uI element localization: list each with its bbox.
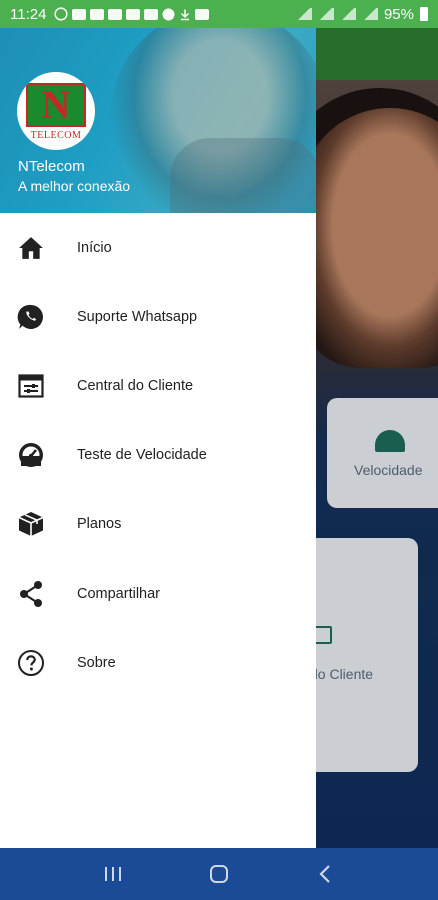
whatsapp-icon bbox=[17, 303, 45, 331]
help-circle-icon bbox=[17, 649, 45, 677]
brand-name: NTelecom bbox=[18, 158, 85, 175]
youtube-notification-icon bbox=[90, 8, 105, 20]
home-icon bbox=[17, 234, 45, 262]
menu-item-label: Teste de Velocidade bbox=[77, 447, 207, 463]
menu-item-teste-de-velocidade[interactable]: Teste de Velocidade bbox=[0, 430, 316, 480]
back-button[interactable] bbox=[305, 854, 345, 894]
battery-percent: 95% bbox=[383, 5, 414, 23]
youtube-notification-icon bbox=[126, 8, 141, 20]
share-icon bbox=[17, 580, 45, 608]
speedometer-icon bbox=[17, 441, 45, 469]
signal-icon bbox=[361, 8, 378, 20]
menu-item-label: Compartilhar bbox=[77, 586, 160, 602]
battery-icon bbox=[420, 7, 428, 21]
brand-logo: N TELECOM bbox=[17, 72, 95, 150]
menu-item-suporte-whatsapp[interactable]: Suporte Whatsapp bbox=[0, 292, 316, 342]
brand-tagline: A melhor conexão bbox=[18, 178, 131, 194]
youtube-notification-icon bbox=[72, 8, 87, 20]
wifi-icon bbox=[317, 8, 334, 20]
menu-item-central-do-cliente[interactable]: Central do Cliente bbox=[0, 361, 316, 411]
home-button[interactable] bbox=[199, 854, 239, 894]
download-notification-icon bbox=[181, 9, 190, 20]
signal-icon bbox=[339, 8, 356, 20]
facebook-notification-icon bbox=[162, 8, 175, 20]
menu-item-label: Suporte Whatsapp bbox=[77, 309, 198, 325]
package-icon bbox=[17, 510, 45, 538]
gallery-notification-icon bbox=[195, 8, 210, 20]
drawer-header: N TELECOM NTelecom A melhor conexão bbox=[0, 28, 316, 213]
status-bar: 11:24 95% bbox=[0, 0, 438, 28]
notification-icons bbox=[54, 7, 210, 21]
logo-mark: N bbox=[26, 83, 86, 127]
menu-item-label: Central do Cliente bbox=[77, 378, 194, 394]
system-nav-bar bbox=[0, 848, 438, 900]
menu-item-label: Sobre bbox=[77, 655, 116, 671]
menu-item-inicio[interactable]: Início bbox=[0, 223, 316, 273]
menu-item-label: Início bbox=[77, 240, 112, 256]
system-status: 95% bbox=[295, 5, 428, 23]
mute-icon bbox=[295, 8, 312, 20]
image-notification-icon bbox=[144, 8, 159, 20]
youtube-notification-icon bbox=[108, 8, 123, 20]
menu-item-compartilhar[interactable]: Compartilhar bbox=[0, 569, 316, 619]
whatsapp-notification-icon bbox=[54, 7, 68, 21]
navigation-drawer: N TELECOM NTelecom A melhor conexão Iníc… bbox=[0, 28, 316, 848]
menu-item-planos[interactable]: Planos bbox=[0, 499, 316, 549]
status-time: 11:24 bbox=[10, 5, 47, 23]
header-photo-figure bbox=[170, 138, 316, 213]
client-panel-icon bbox=[17, 372, 45, 400]
menu-item-sobre[interactable]: Sobre bbox=[0, 638, 316, 688]
menu-item-label: Planos bbox=[77, 516, 122, 532]
recent-apps-button[interactable] bbox=[93, 854, 133, 894]
logo-text: TELECOM bbox=[30, 130, 82, 141]
